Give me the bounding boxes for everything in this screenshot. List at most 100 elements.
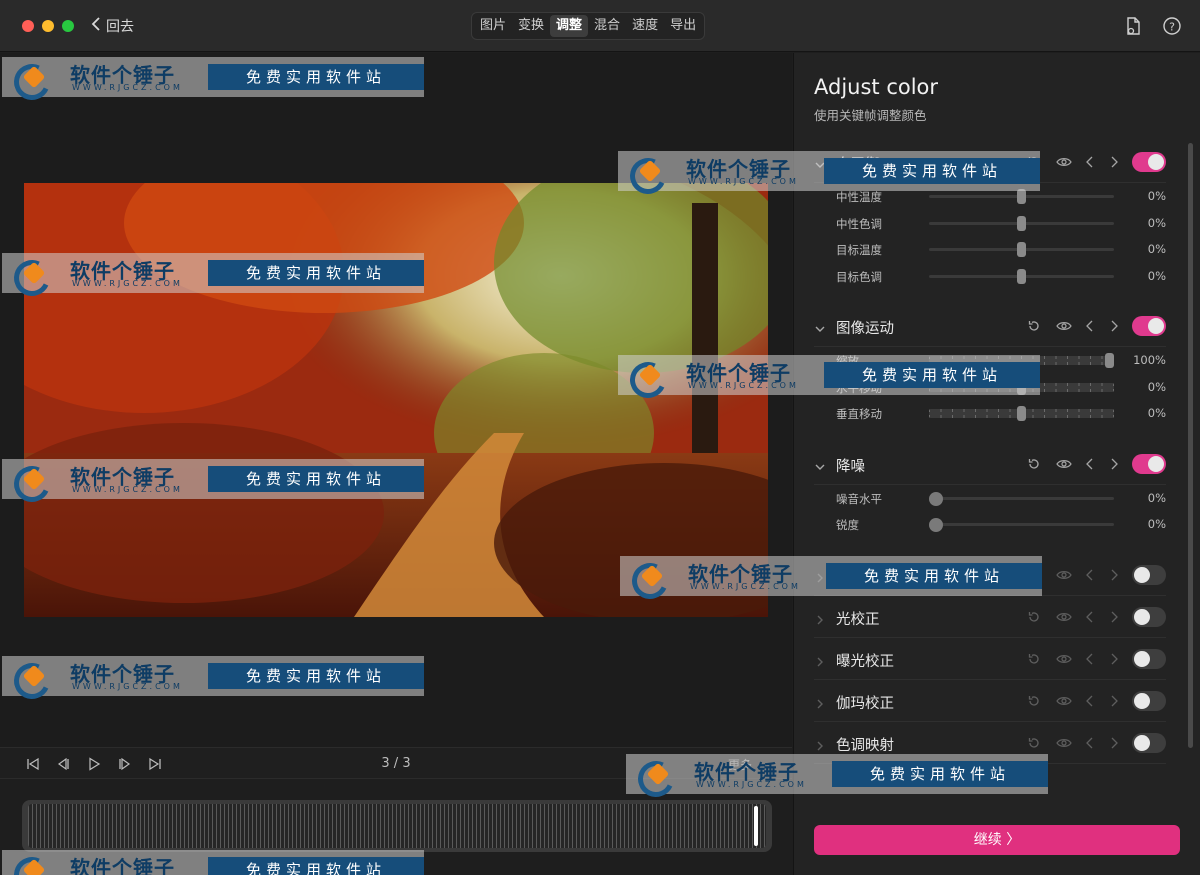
document-settings-icon[interactable]	[1123, 16, 1143, 36]
previous-keyframe-icon[interactable]	[1082, 154, 1098, 170]
next-keyframe-icon[interactable]	[1106, 567, 1122, 583]
back-label: 回去	[106, 19, 134, 35]
minimize-window-button[interactable]	[42, 20, 54, 32]
step-tabs: 图片 变换 调整 混合 速度 导出	[471, 12, 706, 40]
slider-knob[interactable]	[1017, 215, 1026, 231]
section-toggle[interactable]	[1132, 564, 1166, 585]
panel-scrollbar[interactable]	[1188, 143, 1193, 748]
watermark-slogan: 免费实用软件站	[208, 663, 424, 689]
back-button[interactable]: 回去	[90, 16, 134, 36]
watermark-logo-icon	[2, 850, 66, 875]
eye-icon[interactable]	[1056, 456, 1072, 472]
section-header[interactable]: 曝光校正	[814, 638, 1166, 680]
timeline-scrubber[interactable]	[22, 800, 772, 852]
previous-frame-icon[interactable]	[55, 756, 71, 772]
section-header[interactable]: 降噪	[814, 443, 1166, 485]
slider-knob[interactable]	[929, 491, 943, 506]
chevron-right-icon[interactable]	[814, 695, 826, 708]
section-title[interactable]: 降噪	[836, 455, 865, 476]
adjustment-slider[interactable]	[929, 491, 1114, 506]
reset-icon[interactable]	[1026, 693, 1042, 709]
section-toggle[interactable]	[1132, 648, 1166, 669]
previous-keyframe-icon[interactable]	[1082, 456, 1098, 472]
tab-2[interactable]: 调整	[550, 15, 589, 37]
chevron-down-icon[interactable]	[814, 458, 826, 470]
section-toggle[interactable]	[1132, 316, 1166, 336]
slider-knob[interactable]	[1017, 406, 1026, 421]
next-keyframe-icon[interactable]	[1106, 735, 1122, 751]
skip-to-start-icon[interactable]	[25, 756, 41, 772]
next-keyframe-icon[interactable]	[1106, 609, 1122, 625]
slider-knob[interactable]	[929, 518, 943, 532]
skip-to-end-icon[interactable]	[147, 756, 163, 772]
reset-icon[interactable]	[1026, 456, 1042, 472]
slider-knob[interactable]	[1105, 353, 1114, 368]
adjustment-slider[interactable]	[929, 268, 1114, 284]
next-keyframe-icon[interactable]	[1106, 154, 1122, 170]
eye-icon[interactable]	[1056, 318, 1072, 334]
help-icon[interactable]: ?	[1162, 16, 1182, 36]
next-keyframe-icon[interactable]	[1106, 318, 1122, 334]
previous-keyframe-icon[interactable]	[1082, 735, 1098, 751]
eye-icon[interactable]	[1056, 154, 1072, 170]
next-keyframe-icon[interactable]	[1106, 693, 1122, 709]
section-header[interactable]: 图像运动	[814, 305, 1166, 347]
reset-icon[interactable]	[1026, 735, 1042, 751]
previous-keyframe-icon[interactable]	[1082, 651, 1098, 667]
reset-icon[interactable]	[1026, 318, 1042, 334]
continue-button[interactable]: 继续 〉	[814, 825, 1180, 855]
watermark-slogan: 免费实用软件站	[208, 466, 424, 492]
zoom-window-button[interactable]	[62, 20, 74, 32]
next-keyframe-icon[interactable]	[1106, 456, 1122, 472]
slider-knob[interactable]	[1017, 189, 1026, 204]
watermark-url: WWW.RJGCZ.COM	[72, 279, 183, 288]
tab-0[interactable]: 图片	[474, 15, 512, 37]
slider-knob[interactable]	[1017, 268, 1026, 284]
tab-5[interactable]: 导出	[664, 15, 702, 37]
watermark-site-name: 软件个锤子	[70, 856, 175, 875]
previous-keyframe-icon[interactable]	[1082, 567, 1098, 583]
slider-knob[interactable]	[1017, 242, 1026, 257]
section-title[interactable]: 色调映射	[836, 734, 894, 755]
adjustment-slider[interactable]	[929, 242, 1114, 257]
section-toggle[interactable]	[1132, 606, 1166, 627]
chevron-down-icon[interactable]	[814, 320, 826, 332]
section-toggle[interactable]	[1132, 453, 1166, 474]
previous-keyframe-icon[interactable]	[1082, 318, 1098, 334]
section-title[interactable]: 图像运动	[836, 317, 894, 338]
section-toggle[interactable]	[1132, 690, 1166, 711]
adjustment-value: 0%	[1147, 268, 1166, 283]
playhead[interactable]	[754, 806, 758, 846]
section-title[interactable]: 光校正	[836, 608, 880, 629]
chevron-right-icon[interactable]	[814, 653, 826, 666]
section-toggle[interactable]	[1132, 732, 1166, 753]
watermark-banner: 软件个锤子WWW.RJGCZ.COM免费实用软件站	[2, 57, 424, 97]
section-title[interactable]: 伽玛校正	[836, 692, 894, 713]
section-title[interactable]: 曝光校正	[836, 650, 894, 671]
chevron-right-icon[interactable]	[814, 737, 826, 750]
section-header[interactable]: 伽玛校正	[814, 680, 1166, 722]
chevron-right-icon[interactable]	[814, 611, 826, 624]
previous-keyframe-icon[interactable]	[1082, 609, 1098, 625]
tab-3[interactable]: 混合	[588, 15, 626, 37]
tab-1[interactable]: 变换	[512, 15, 550, 37]
eye-icon[interactable]	[1056, 567, 1072, 583]
next-frame-icon[interactable]	[117, 756, 133, 772]
play-icon[interactable]	[86, 756, 102, 772]
eye-icon[interactable]	[1056, 735, 1072, 751]
section-header[interactable]: 光校正	[814, 596, 1166, 638]
adjustment-slider[interactable]	[929, 215, 1114, 231]
adjustment-slider[interactable]	[929, 406, 1114, 421]
section-toggle[interactable]	[1132, 152, 1166, 172]
adjustment-slider[interactable]	[929, 518, 1114, 532]
eye-icon[interactable]	[1056, 651, 1072, 667]
next-keyframe-icon[interactable]	[1106, 651, 1122, 667]
tab-4[interactable]: 速度	[626, 15, 664, 37]
eye-icon[interactable]	[1056, 693, 1072, 709]
adjustment-slider[interactable]	[929, 189, 1114, 204]
eye-icon[interactable]	[1056, 609, 1072, 625]
close-window-button[interactable]	[22, 20, 34, 32]
previous-keyframe-icon[interactable]	[1082, 693, 1098, 709]
reset-icon[interactable]	[1026, 609, 1042, 625]
reset-icon[interactable]	[1026, 651, 1042, 667]
